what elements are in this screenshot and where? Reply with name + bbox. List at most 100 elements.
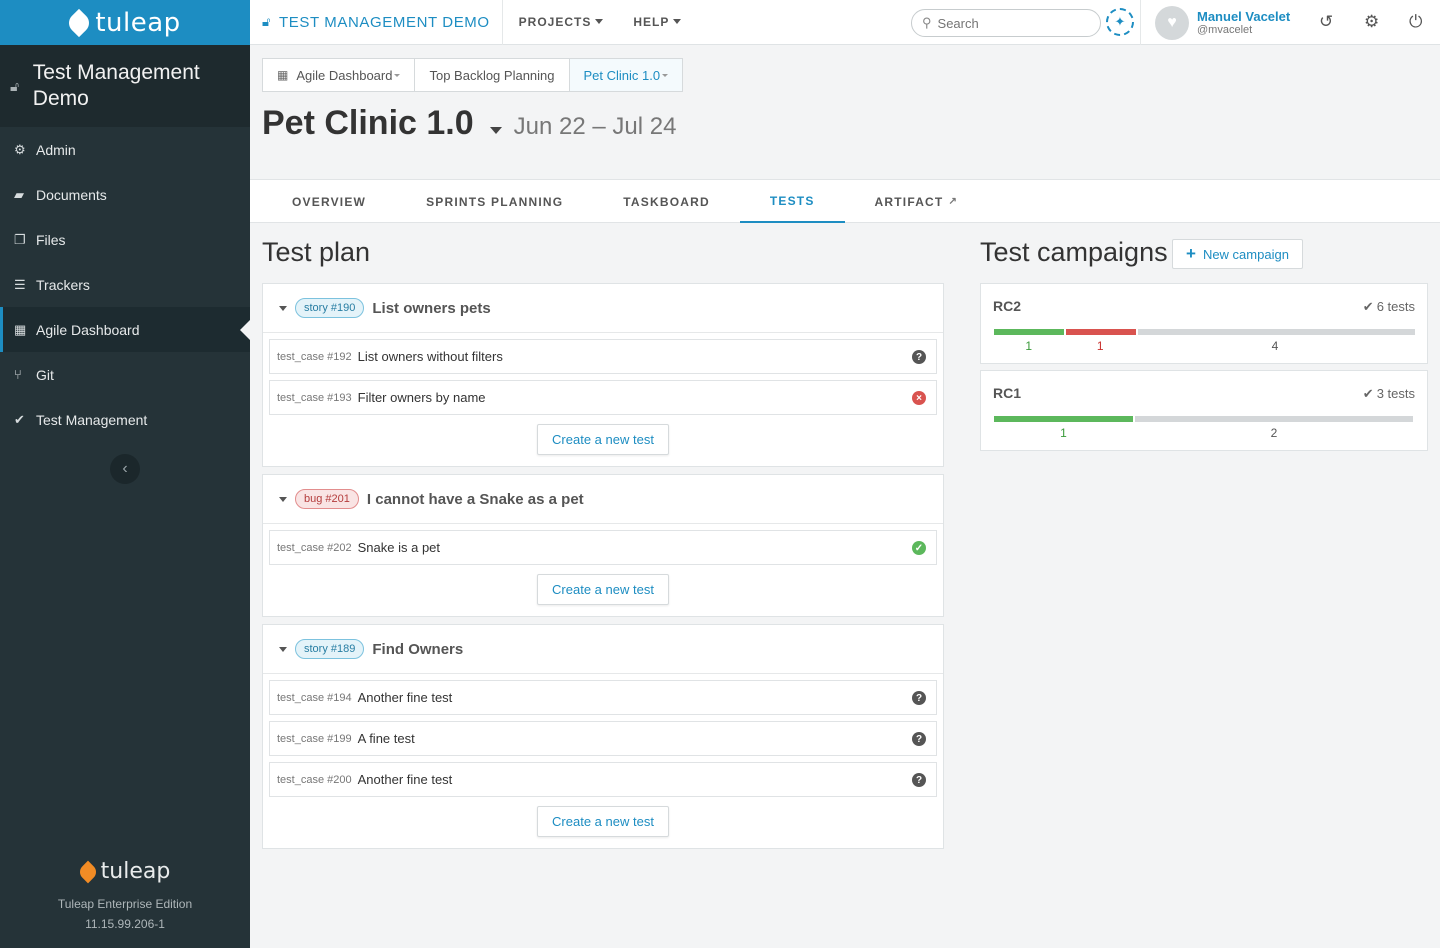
- tab-sprints-planning[interactable]: SPRINTS PLANNING: [396, 180, 593, 223]
- test-case-ref[interactable]: test_case #199: [277, 733, 352, 745]
- gears-icon: ⚙: [14, 141, 26, 157]
- artifact-badge[interactable]: story #190: [295, 298, 365, 318]
- tab-taskboard[interactable]: TASKBOARD: [593, 180, 740, 223]
- campaign-progress-bar: [994, 329, 1415, 335]
- sidebar-item-label: Admin: [36, 141, 76, 158]
- tab-label: TESTS: [769, 193, 815, 208]
- caret-down-icon[interactable]: [279, 646, 287, 652]
- sidebar-item-trackers[interactable]: ☰ Trackers: [0, 262, 250, 307]
- test-case-ref[interactable]: test_case #194: [277, 692, 352, 704]
- test-case-row[interactable]: test_case #199 A fine test?: [269, 721, 937, 756]
- not-run-status-icon: ?: [912, 350, 926, 364]
- logo-text: tuleap: [95, 7, 181, 38]
- backlog-item-title: List owners pets: [372, 299, 491, 317]
- check-icon: ✔: [1362, 299, 1374, 314]
- test-case-ref[interactable]: test_case #202: [277, 542, 352, 554]
- test-case-row[interactable]: test_case #202 Snake is a pet ✓: [269, 530, 937, 565]
- test-plan-block-header[interactable]: bug #201 I cannot have a Snake as a pet: [263, 475, 943, 524]
- create-new-test-button[interactable]: Create a new test: [537, 424, 669, 455]
- campaign-card[interactable]: RC1 ✔ 3 tests 1 2: [980, 370, 1428, 451]
- logout-icon[interactable]: ⏻: [1409, 12, 1422, 32]
- help-menu[interactable]: HELP: [633, 15, 682, 29]
- history-icon[interactable]: ↺: [1319, 12, 1333, 32]
- search-icon: ⚲: [922, 15, 932, 30]
- project-name-block[interactable]: 🔓︎ Test Management Demo: [0, 45, 250, 127]
- progress-segment-failed: [1065, 329, 1136, 335]
- milestone-switch-caret-icon[interactable]: [489, 127, 502, 134]
- breadcrumb: ▦ Agile Dashboard Top Backlog Planning P…: [262, 58, 684, 92]
- campaign-test-count: ✔ 6 tests: [1363, 299, 1415, 315]
- search-input[interactable]: [937, 15, 1088, 31]
- caret-down-icon: [662, 73, 669, 77]
- caret-down-icon: [595, 19, 604, 24]
- top-project-link[interactable]: 🔓︎ TEST MANAGEMENT DEMO: [250, 0, 503, 45]
- user-menu[interactable]: ♥ Manuel Vacelet @mvacelet: [1140, 0, 1290, 45]
- progress-segment-passed: [994, 416, 1133, 422]
- collapse-sidebar-icon[interactable]: ‹: [110, 454, 140, 484]
- tab-overview[interactable]: OVERVIEW: [262, 180, 396, 223]
- sidebar-item-label: Files: [36, 231, 66, 248]
- project-name: Test Management Demo: [32, 61, 200, 110]
- test-plan-block-header[interactable]: story #190 List owners pets: [263, 284, 943, 333]
- breadcrumb-top-backlog[interactable]: Top Backlog Planning: [414, 58, 569, 92]
- test-case-ref[interactable]: test_case #192: [277, 351, 352, 363]
- progress-count-notrun: 4: [1271, 339, 1279, 353]
- create-new-test-button[interactable]: Create a new test: [537, 574, 669, 605]
- table-icon: ▦: [14, 321, 27, 337]
- test-campaigns-title: Test campaigns: [980, 237, 1168, 267]
- test-case-row[interactable]: test_case #192 List owners without filter…: [269, 339, 937, 374]
- create-test-row: Create a new test: [269, 571, 937, 616]
- notifications-icon[interactable]: ✦: [1106, 8, 1134, 36]
- sidebar-item-documents[interactable]: ▰ Documents: [0, 172, 250, 217]
- test-plan-block: story #189 Find Owners test_case #194 Anoth…: [262, 624, 944, 849]
- test-case-row[interactable]: test_case #194 Another fine test?: [269, 680, 937, 715]
- test-case-label: List owners without filters: [357, 349, 503, 364]
- test-case-row[interactable]: test_case #193 Filter owners by name ×: [269, 380, 937, 415]
- caret-down-icon: [394, 73, 401, 77]
- progress-segment-passed: [994, 329, 1064, 335]
- gear-icon[interactable]: ⚙: [1364, 12, 1379, 32]
- breadcrumb-pet-clinic[interactable]: Pet Clinic 1.0: [568, 58, 684, 92]
- test-case-label: Snake is a pet: [357, 540, 441, 555]
- check-icon: ✔: [1362, 386, 1374, 401]
- test-plan-block-header[interactable]: story #189 Find Owners: [263, 625, 943, 674]
- campaign-name[interactable]: RC1: [993, 385, 1021, 401]
- sidebar-item-files[interactable]: ❐ Files: [0, 217, 250, 262]
- not-run-status-icon: ?: [912, 691, 926, 705]
- campaign-name[interactable]: RC2: [993, 298, 1021, 314]
- caret-down-icon[interactable]: [279, 305, 287, 311]
- avatar: ♥: [1155, 5, 1189, 40]
- sidebar-item-git[interactable]: ⑂ Git: [0, 352, 250, 397]
- test-case-ref[interactable]: test_case #200: [277, 774, 352, 786]
- sidebar-item-test-management[interactable]: ✔ Test Management: [0, 397, 250, 442]
- tab-label: TASKBOARD: [623, 194, 710, 209]
- tab-tests[interactable]: TESTS: [739, 180, 845, 223]
- artifact-badge[interactable]: bug #201: [295, 489, 359, 509]
- test-case-ref[interactable]: test_case #193: [277, 392, 352, 404]
- projects-menu[interactable]: PROJECTS: [519, 15, 604, 29]
- not-run-status-icon: ?: [912, 773, 926, 787]
- sidebar: tuleap 🔓︎ Test Management Demo ⚙ Admin ▰ Do…: [0, 0, 250, 948]
- test-case-row[interactable]: test_case #200 Another fine test?: [269, 762, 937, 797]
- new-campaign-button[interactable]: + New campaign: [1172, 239, 1303, 269]
- test-plan-block: bug #201 I cannot have a Snake as a pet te…: [262, 474, 944, 617]
- test-case-label: Another fine test: [357, 772, 453, 787]
- failed-status-icon: ×: [912, 391, 926, 405]
- sidebar-item-agile-dashboard[interactable]: ▦ Agile Dashboard: [0, 307, 250, 352]
- caret-down-icon: [673, 19, 682, 24]
- campaign-card[interactable]: RC2 ✔ 6 tests 1 1 4: [980, 283, 1428, 364]
- breadcrumb-agile-dashboard[interactable]: ▦ Agile Dashboard: [262, 58, 415, 92]
- campaign-count-label: 6 tests: [1376, 299, 1415, 314]
- footer-logo-text: tuleap: [100, 859, 171, 884]
- user-login: @mvacelet: [1197, 24, 1253, 36]
- tab-label: ARTIFACT: [874, 194, 944, 209]
- caret-down-icon[interactable]: [279, 496, 287, 502]
- sidebar-item-admin[interactable]: ⚙ Admin: [0, 127, 250, 172]
- progress-segment-notrun: [1135, 416, 1413, 422]
- tab-artifact[interactable]: ARTIFACT ↗: [845, 180, 989, 223]
- artifact-badge[interactable]: story #189: [295, 639, 365, 659]
- tuleap-logo[interactable]: tuleap: [0, 0, 250, 45]
- campaign-count-label: 3 tests: [1376, 386, 1415, 401]
- create-new-test-button[interactable]: Create a new test: [537, 806, 669, 837]
- page-title: Pet Clinic 1.0 Jun 22 – Jul 24: [262, 104, 676, 143]
